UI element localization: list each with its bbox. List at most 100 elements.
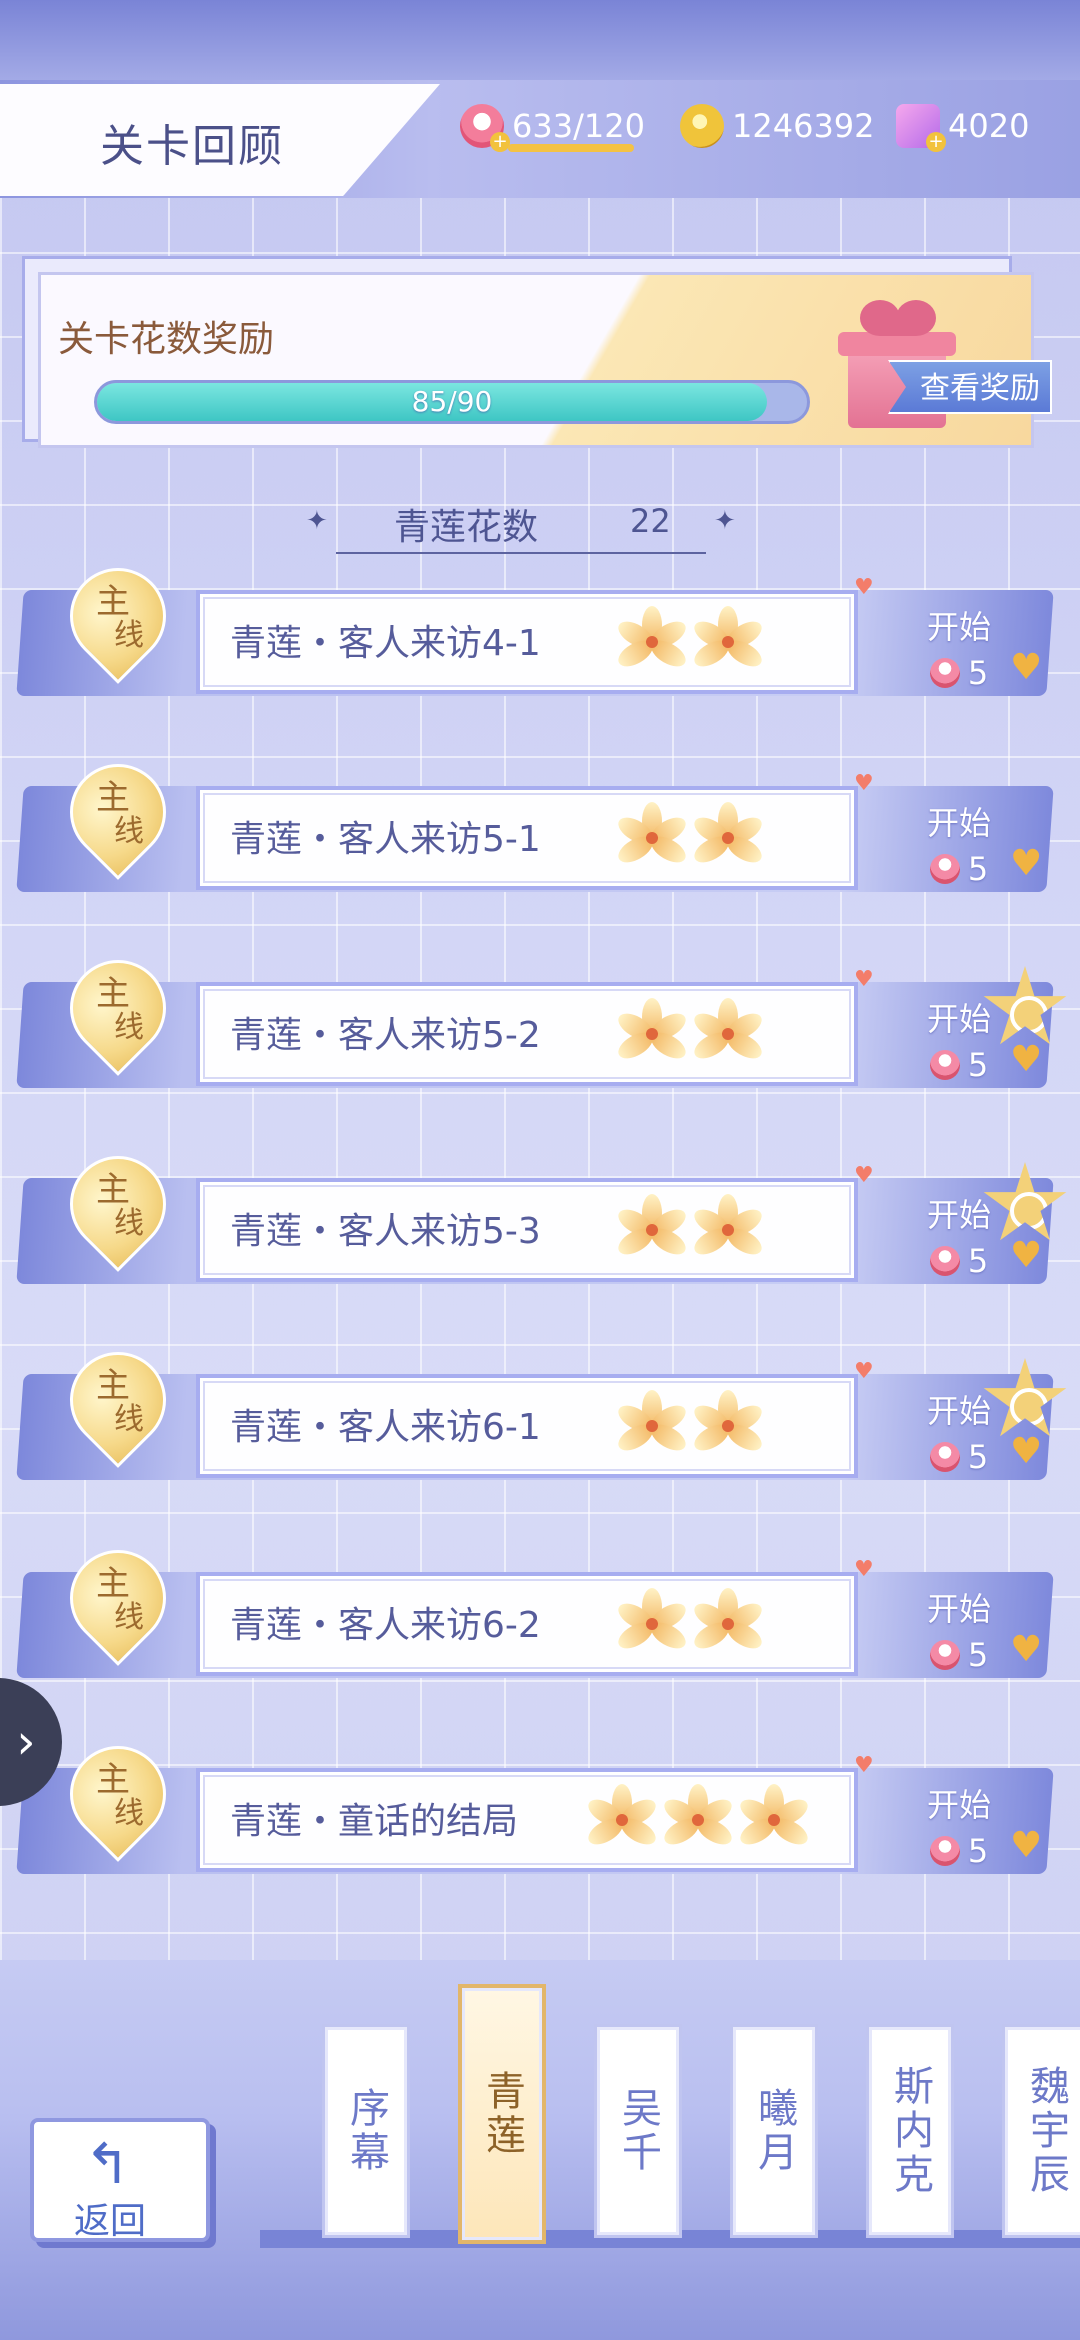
- chapter-tab[interactable]: 魏宇辰: [1002, 2024, 1080, 2238]
- cost-value: 5: [967, 1832, 989, 1870]
- start-button[interactable]: 开始 5: [904, 1780, 1014, 1870]
- lotus-flower-icon: [690, 996, 766, 1068]
- page-title: 关卡回顾: [100, 121, 284, 172]
- chapter-tab[interactable]: 序幕: [322, 2024, 410, 2238]
- main-story-badge: 主 线: [50, 548, 186, 684]
- level-row[interactable]: 青莲・客人来访6-2 主 线 ♥ 开始 5 ♥: [16, 1530, 1060, 1700]
- level-row[interactable]: 青莲・客人来访4-1 主 线 ♥ 开始 5 ♥: [16, 548, 1060, 718]
- cupcake-icon: [929, 1246, 960, 1276]
- cupcake-icon: [929, 854, 960, 884]
- cupcake-icon: [929, 1050, 960, 1080]
- start-label: 开始: [926, 1590, 991, 1628]
- chapter-tab[interactable]: 青莲: [458, 1984, 546, 2244]
- badge-text-bottom: 线: [114, 814, 144, 849]
- level-cost: 5: [904, 1438, 1014, 1476]
- badge-text-bottom: 线: [114, 1010, 144, 1045]
- level-row[interactable]: 青莲・客人来访5-2 主 线 ♥ 开始 5 ♥: [16, 940, 1067, 1110]
- lotus-flower-icon: [614, 800, 690, 872]
- level-flowers: [614, 800, 766, 872]
- stamina-value: 633/120: [512, 107, 645, 145]
- heart-icon: ♥: [1010, 843, 1043, 884]
- coin-resource[interactable]: 1246392: [680, 100, 875, 152]
- add-gem-icon[interactable]: +: [926, 132, 946, 152]
- lotus-flower-icon: [690, 604, 766, 676]
- heart-dot-icon: ♥: [854, 1359, 874, 1384]
- heart-icon: ♥: [1010, 1235, 1043, 1276]
- start-button[interactable]: 开始 5: [904, 798, 1014, 888]
- level-name: 青莲・客人来访5-1: [230, 819, 541, 860]
- cupcake-icon: +: [460, 104, 510, 152]
- swan-gem-icon: +: [896, 104, 946, 152]
- start-label: 开始: [926, 608, 991, 646]
- start-button[interactable]: 开始 5: [904, 1190, 1014, 1280]
- cost-value: 5: [967, 654, 989, 692]
- heart-dot-icon: ♥: [854, 1753, 874, 1778]
- badge-text-bottom: 线: [114, 1402, 144, 1437]
- chapter-tab[interactable]: 曦月: [730, 2024, 818, 2238]
- add-stamina-icon[interactable]: +: [490, 132, 510, 152]
- flower-count: ✦ 青莲花数 22 ✦: [306, 498, 736, 554]
- start-button[interactable]: 开始 5: [904, 602, 1014, 692]
- stamina-resource[interactable]: + 633/120: [460, 100, 645, 152]
- level-flowers: [614, 1388, 766, 1460]
- chapter-tab[interactable]: 吴千: [594, 2024, 682, 2238]
- gem-resource[interactable]: + 4020: [896, 100, 1029, 152]
- stamina-bar: [508, 144, 634, 152]
- cost-value: 5: [967, 850, 989, 888]
- back-arrow-icon: ↰: [84, 2132, 131, 2197]
- cost-value: 5: [967, 1636, 989, 1674]
- level-cost: 5: [904, 654, 1014, 692]
- level-row[interactable]: 青莲・客人来访5-1 主 线 ♥ 开始 5 ♥: [16, 744, 1060, 914]
- badge-text-bottom: 线: [114, 618, 144, 653]
- chapter-tab[interactable]: 斯内克: [866, 2024, 954, 2238]
- cost-value: 5: [967, 1438, 989, 1476]
- lotus-flower-icon: [690, 1388, 766, 1460]
- reward-progress-bar: 85/90: [94, 380, 810, 424]
- lotus-flower-icon: [690, 1586, 766, 1658]
- reward-progress-text: 85/90: [411, 385, 493, 418]
- level-name: 青莲・客人来访5-3: [230, 1211, 541, 1252]
- back-button[interactable]: ↰ 返回: [30, 2118, 210, 2242]
- level-cost: 5: [904, 1242, 1014, 1280]
- start-label: 开始: [926, 1196, 991, 1234]
- start-button[interactable]: 开始 5: [904, 994, 1014, 1084]
- lotus-flower-icon: [614, 604, 690, 676]
- heart-dot-icon: ♥: [854, 1163, 874, 1188]
- start-button[interactable]: 开始 5: [904, 1584, 1014, 1674]
- level-name: 青莲・客人来访5-2: [230, 1015, 541, 1056]
- cupcake-icon: [929, 1640, 960, 1670]
- level-cost: 5: [904, 1832, 1014, 1870]
- lotus-flower-icon: [690, 800, 766, 872]
- level-flowers: [614, 1586, 766, 1658]
- lotus-flower-icon: [584, 1782, 660, 1854]
- level-name: 青莲・童话的结局: [230, 1801, 519, 1842]
- heart-dot-icon: ♥: [854, 967, 874, 992]
- heart-icon: ♥: [1010, 1039, 1043, 1080]
- level-flowers: [614, 604, 766, 676]
- heart-icon: ♥: [1010, 647, 1043, 688]
- start-button[interactable]: 开始 5: [904, 1386, 1014, 1476]
- level-row[interactable]: 青莲・客人来访5-3 主 线 ♥ 开始 5 ♥: [16, 1136, 1067, 1306]
- main-story-badge: 主 线: [50, 1136, 186, 1272]
- reward-title: 关卡花数奖励: [58, 319, 275, 360]
- heart-icon: ♥: [1010, 1629, 1043, 1670]
- lotus-flower-icon: [660, 1782, 736, 1854]
- gem-value: 4020: [948, 107, 1030, 145]
- lotus-flower-icon: [614, 1388, 690, 1460]
- start-label: 开始: [926, 1000, 991, 1038]
- sparkle-icon: ✦: [714, 506, 736, 536]
- cupcake-icon: [929, 658, 960, 688]
- level-row[interactable]: 青莲・客人来访6-1 主 线 ♥ 开始 5 ♥: [16, 1332, 1067, 1502]
- cost-value: 5: [967, 1046, 989, 1084]
- lotus-flower-icon: [736, 1782, 812, 1854]
- flower-count-value: 22: [630, 502, 671, 540]
- level-flowers: [584, 1782, 812, 1854]
- flower-count-underline: [336, 552, 706, 554]
- view-reward-button[interactable]: 查看奖励: [888, 360, 1052, 414]
- level-name: 青莲・客人来访6-2: [230, 1605, 541, 1646]
- sparkle-icon: ✦: [306, 506, 328, 536]
- start-label: 开始: [926, 804, 991, 842]
- level-row[interactable]: 青莲・童话的结局 主 线 ♥ 开始 5 ♥: [16, 1726, 1060, 1896]
- coin-icon: [680, 104, 724, 148]
- level-name: 青莲・客人来访4-1: [230, 623, 541, 664]
